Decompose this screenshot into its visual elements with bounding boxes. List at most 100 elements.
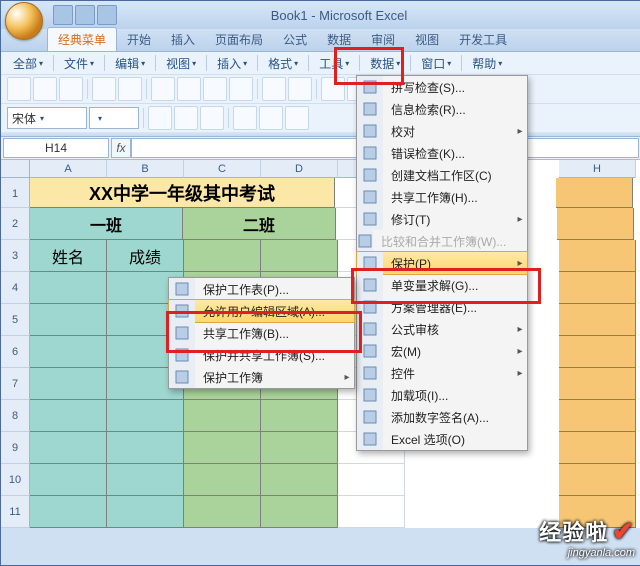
sort-asc-icon[interactable] xyxy=(321,77,345,101)
cell[interactable] xyxy=(184,240,261,272)
tab-insert[interactable]: 插入 xyxy=(161,28,205,51)
row-header[interactable]: 5 xyxy=(1,304,30,336)
menu-item[interactable]: 保护工作簿▸ xyxy=(169,366,354,388)
share-icon xyxy=(357,186,383,208)
menu-item[interactable]: 方案管理器(E)... xyxy=(357,296,527,318)
menu-item-label: 加载项(I)... xyxy=(383,387,527,404)
font-size-combo[interactable]: ▾ xyxy=(89,107,139,129)
menu-item[interactable]: 校对▸ xyxy=(357,120,527,142)
redo-icon[interactable] xyxy=(288,77,312,101)
menu-item[interactable]: 加载项(I)... xyxy=(357,384,527,406)
underline-icon[interactable] xyxy=(200,106,224,130)
tab-review[interactable]: 审阅 xyxy=(361,28,405,51)
menu-item[interactable]: Excel 选项(O) xyxy=(357,428,527,450)
menu-view[interactable]: 视图▾ xyxy=(160,53,202,74)
menu-item-label: 校对 xyxy=(383,123,513,140)
tab-formulas[interactable]: 公式 xyxy=(273,28,317,51)
menu-item[interactable]: 宏(M)▸ xyxy=(357,340,527,362)
preview-icon[interactable] xyxy=(118,77,142,101)
align-right-icon[interactable] xyxy=(285,106,309,130)
menu-item[interactable]: 保护工作表(P)... xyxy=(169,278,354,300)
col-header[interactable]: H xyxy=(559,160,636,178)
format-painter-icon[interactable] xyxy=(229,77,253,101)
menu-format[interactable]: 格式▾ xyxy=(262,53,304,74)
align-center-icon[interactable] xyxy=(259,106,283,130)
menu-edit[interactable]: 编辑▾ xyxy=(109,53,151,74)
menu-item[interactable]: 比较和合并工作簿(W)... xyxy=(357,230,527,252)
menu-item[interactable]: 信息检索(R)... xyxy=(357,98,527,120)
row-header[interactable]: 8 xyxy=(1,400,30,432)
menu-item[interactable]: 添加数字签名(A)... xyxy=(357,406,527,428)
menu-item[interactable]: 允许用户编辑区域(A)... xyxy=(168,299,355,323)
bold-icon[interactable] xyxy=(148,106,172,130)
tab-data[interactable]: 数据 xyxy=(317,28,361,51)
new-icon[interactable] xyxy=(7,77,31,101)
addin-icon xyxy=(357,384,383,406)
menu-item[interactable]: 单变量求解(G)... xyxy=(357,274,527,296)
col-header[interactable]: B xyxy=(107,160,184,178)
row-header[interactable]: 2 xyxy=(1,208,30,240)
font-name-combo[interactable]: 宋体▾ xyxy=(7,107,87,129)
menu-item[interactable]: 共享工作簿(B)... xyxy=(169,322,354,344)
copy-icon[interactable] xyxy=(177,77,201,101)
menu-item[interactable]: 错误检查(K)... xyxy=(357,142,527,164)
cut-icon[interactable] xyxy=(151,77,175,101)
name-box[interactable]: H14 xyxy=(3,138,109,158)
track-icon xyxy=(357,208,383,230)
menu-item[interactable]: 拼写检查(S)... xyxy=(357,76,527,98)
cell[interactable] xyxy=(261,240,338,272)
col-header[interactable]: D xyxy=(261,160,338,178)
row-header[interactable]: 6 xyxy=(1,336,30,368)
workspace-icon xyxy=(357,164,383,186)
print-icon[interactable] xyxy=(92,77,116,101)
menu-help[interactable]: 帮助▾ xyxy=(466,53,508,74)
menu-item[interactable]: 控件▸ xyxy=(357,362,527,384)
row-header[interactable]: 1 xyxy=(1,178,30,208)
qat-save-icon[interactable] xyxy=(53,5,73,25)
row-header[interactable]: 11 xyxy=(1,496,30,528)
col-header[interactable]: C xyxy=(184,160,261,178)
menu-item[interactable]: 共享工作簿(H)... xyxy=(357,186,527,208)
open-icon[interactable] xyxy=(33,77,57,101)
menu-item[interactable]: 公式审核▸ xyxy=(357,318,527,340)
undo-icon[interactable] xyxy=(262,77,286,101)
tab-classic-menu[interactable]: 经典菜单 xyxy=(47,27,117,51)
tab-developer[interactable]: 开发工具 xyxy=(449,28,517,51)
cell[interactable]: 姓名 xyxy=(30,240,107,272)
row-header[interactable]: 3 xyxy=(1,240,30,272)
menu-data[interactable]: 数据▾ xyxy=(364,53,406,74)
qat-redo-icon[interactable] xyxy=(97,5,117,25)
select-all-corner[interactable] xyxy=(1,160,30,178)
save-icon[interactable] xyxy=(59,77,83,101)
row-header[interactable]: 4 xyxy=(1,272,30,304)
fx-icon[interactable]: fx xyxy=(111,138,131,158)
menu-window[interactable]: 窗口▾ xyxy=(415,53,457,74)
qat-undo-icon[interactable] xyxy=(75,5,95,25)
row-header[interactable]: 9 xyxy=(1,432,30,464)
formatting-toolbar: 宋体▾ ▾ xyxy=(1,103,640,132)
menu-item[interactable]: 创建文档工作区(C) xyxy=(357,164,527,186)
submenu-arrow-icon: ▸ xyxy=(513,368,527,379)
menu-all[interactable]: 全部▾ xyxy=(7,53,49,74)
cell[interactable]: 二班 xyxy=(183,208,336,240)
menu-item[interactable]: 修订(T)▸ xyxy=(357,208,527,230)
cell[interactable]: 一班 xyxy=(30,208,183,240)
paste-icon[interactable] xyxy=(203,77,227,101)
tab-view[interactable]: 视图 xyxy=(405,28,449,51)
italic-icon[interactable] xyxy=(174,106,198,130)
row-header[interactable]: 10 xyxy=(1,464,30,496)
menu-item-label: 单变量求解(G)... xyxy=(383,277,527,294)
cell[interactable]: 成绩 xyxy=(107,240,184,272)
menu-insert[interactable]: 插入▾ xyxy=(211,53,253,74)
tab-page-layout[interactable]: 页面布局 xyxy=(205,28,273,51)
col-header[interactable]: A xyxy=(30,160,107,178)
menu-item[interactable]: 保护(P)▸ xyxy=(356,251,528,275)
menu-tools[interactable]: 工具▾ xyxy=(313,53,355,74)
align-left-icon[interactable] xyxy=(233,106,257,130)
tab-home[interactable]: 开始 xyxy=(117,28,161,51)
row-header[interactable]: 7 xyxy=(1,368,30,400)
menu-item[interactable]: 保护并共享工作簿(S)... xyxy=(169,344,354,366)
office-button[interactable] xyxy=(5,2,43,40)
menu-file[interactable]: 文件▾ xyxy=(58,53,100,74)
title-cell[interactable]: XX中学一年级其中考试 xyxy=(30,178,335,208)
